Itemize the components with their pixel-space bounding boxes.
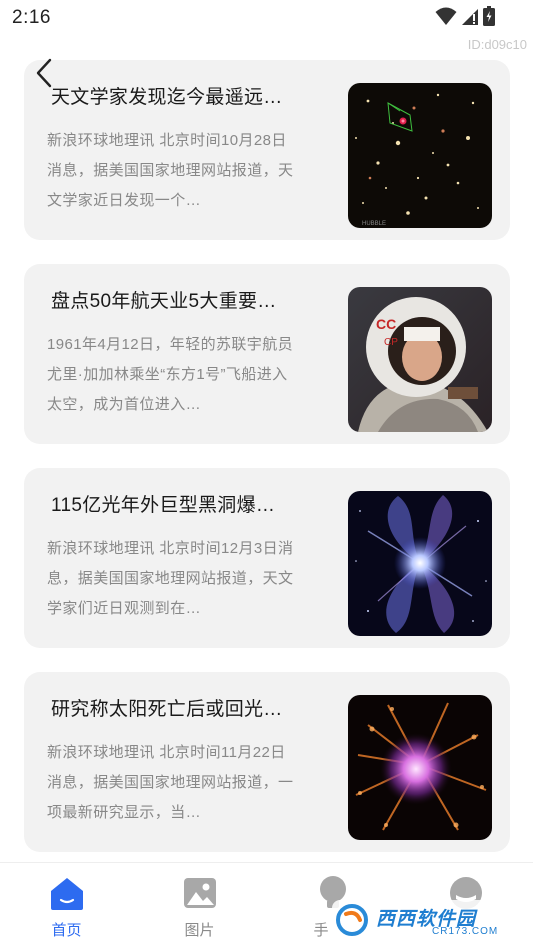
svg-text:HUBBLE: HUBBLE [362, 221, 386, 227]
cosmonaut-image: CC CP [348, 287, 492, 432]
article-title: 研究称太阳死亡后或回光… [51, 699, 283, 720]
signal-icon [462, 9, 478, 25]
article-card[interactable]: 天文学家发现迄今最遥远… 新浪环球地理讯 北京时间10月28日消息，据美国国家地… [24, 60, 510, 240]
article-summary: 新浪环球地理讯 北京时间10月28日消息，据美国国家地理网站报道，天文学家近日发… [47, 132, 294, 209]
article-summary: 新浪环球地理讯 北京时间11月22日消息，据美国国家地理网站报道，一项最新研究显… [47, 744, 294, 821]
image-icon [183, 878, 216, 908]
wifi-icon [435, 7, 457, 25]
battery-icon [483, 6, 495, 26]
article-title: 115亿光年外巨型黑洞爆… [51, 495, 276, 516]
tab-label: 图片 [184, 922, 215, 939]
chevron-left-icon [36, 58, 52, 88]
dying-star-image [348, 695, 492, 840]
galaxy-field-image: HUBBLE [348, 83, 492, 228]
article-card[interactable]: 研究称太阳死亡后或回光… 新浪环球地理讯 北京时间11月22日消息，据美国国家地… [24, 672, 510, 852]
tab-label: 首页 [51, 922, 82, 939]
black-hole-jet-image [348, 491, 492, 636]
tab-home[interactable]: 首页 [0, 863, 133, 949]
article-title: 盘点50年航天业5大重要… [51, 291, 277, 312]
tab-images[interactable]: 图片 [133, 863, 266, 949]
svg-text:CP: CP [384, 337, 398, 348]
article-title: 天文学家发现迄今最遥远… [51, 87, 283, 108]
article-summary: 新浪环球地理讯 北京时间12月3日消息，据美国国家地理网站报道，天文学家们近日观… [47, 540, 294, 617]
article-card[interactable]: 115亿光年外巨型黑洞爆… 新浪环球地理讯 北京时间12月3日消息，据美国国家地… [24, 468, 510, 648]
back-button[interactable] [30, 56, 60, 90]
site-watermark: 西西软件园 CR173.COM [332, 896, 514, 942]
status-icons [435, 6, 495, 26]
article-card[interactable]: 盘点50年航天业5大重要… 1961年4月12日，年轻的苏联宇航员尤里·加加林乘… [24, 264, 510, 444]
svg-text:CC: CC [376, 316, 396, 332]
status-time: 2:16 [12, 7, 51, 28]
article-summary: 1961年4月12日，年轻的苏联宇航员尤里·加加林乘坐“东方1号”飞船进入太空，… [47, 336, 293, 413]
home-icon [50, 878, 83, 910]
watermark-subtext: CR173.COM [432, 926, 499, 937]
status-bar: 2:16 [0, 0, 533, 36]
id-label: ID:d09c10 [467, 37, 527, 52]
